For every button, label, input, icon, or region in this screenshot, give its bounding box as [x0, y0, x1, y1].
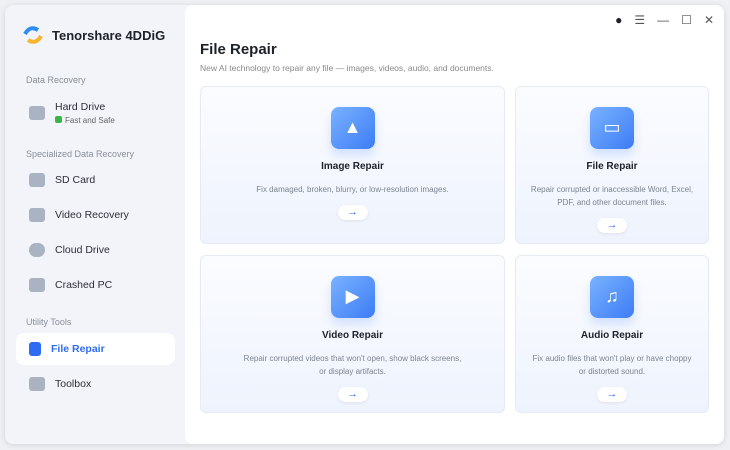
close-icon[interactable]: ✕	[704, 13, 714, 27]
sidebar-item-toolbox[interactable]: Toolbox	[16, 368, 175, 400]
sidebar: Tenorshare 4DDiG Data Recovery Hard Driv…	[5, 5, 185, 444]
app-title: Tenorshare 4DDiG	[52, 27, 166, 43]
folder-icon: ▭	[590, 107, 634, 149]
video-icon	[29, 208, 45, 222]
card-title: Image Repair	[321, 161, 384, 172]
card-desc: Repair corrupted or inaccessible Word, E…	[530, 185, 694, 207]
maximize-icon[interactable]: ☐	[681, 13, 692, 27]
image-icon: ▲	[330, 107, 375, 149]
page-title: File Repair	[200, 41, 277, 58]
hard-drive-badge: Fast and Safe	[65, 116, 115, 125]
sidebar-item-label: SD Card	[55, 174, 96, 186]
arrow-button[interactable]: →	[597, 218, 627, 233]
section-specialized: Specialized Data Recovery	[26, 149, 135, 159]
app-logo: Tenorshare 4DDiG	[22, 25, 165, 45]
logo-icon	[23, 26, 43, 44]
card-desc: Repair corrupted videos that won't open,…	[243, 354, 462, 376]
sidebar-item-file-repair[interactable]: File Repair	[16, 333, 175, 365]
menu-icon[interactable]: ☰	[634, 13, 645, 27]
page-subtitle: New AI technology to repair any file — i…	[200, 63, 494, 73]
hard-drive-icon	[29, 106, 45, 120]
card-desc: Fix audio files that won't play or have …	[532, 354, 692, 376]
sidebar-item-label: Video Recovery	[55, 209, 129, 221]
card-image-repair[interactable]: ▲ Image Repair Fix damaged, broken, blur…	[200, 86, 505, 244]
arrow-button[interactable]: →	[337, 205, 368, 220]
section-data-recovery: Data Recovery	[26, 75, 86, 85]
arrow-button[interactable]: →	[337, 387, 368, 402]
card-file-repair[interactable]: ▭ File Repair Repair corrupted or inacce…	[515, 86, 709, 244]
sd-card-icon	[29, 173, 45, 187]
section-utility: Utility Tools	[26, 317, 72, 327]
card-title: Audio Repair	[580, 330, 644, 341]
card-audio-repair[interactable]: ♫ Audio Repair Fix audio files that won'…	[515, 255, 709, 413]
video-clapper-icon: ▶	[330, 276, 375, 318]
sidebar-item-sd-card[interactable]: SD Card	[16, 164, 175, 196]
sidebar-item-label: Toolbox	[55, 378, 92, 390]
sidebar-item-cloud-drive[interactable]: Cloud Drive	[16, 234, 175, 266]
sidebar-item-video-recovery[interactable]: Video Recovery	[16, 199, 175, 231]
sidebar-item-hard-drive[interactable]: Hard Drive Fast and Safe	[16, 95, 175, 131]
file-repair-icon	[29, 342, 41, 356]
toolbox-icon	[29, 377, 45, 391]
assistant-icon[interactable]: ●	[615, 13, 622, 27]
card-video-repair[interactable]: ▶ Video Repair Repair corrupted videos t…	[200, 255, 505, 413]
arrow-button[interactable]: →	[597, 387, 627, 402]
card-title: File Repair	[586, 161, 638, 172]
app-window: Tenorshare 4DDiG Data Recovery Hard Driv…	[5, 5, 724, 444]
main-panel: ● ☰ — ☐ ✕ File Repair New AI technology …	[185, 5, 724, 444]
music-note-icon: ♫	[590, 276, 634, 318]
minimize-icon[interactable]: —	[657, 13, 669, 27]
sidebar-item-label: Cloud Drive	[55, 244, 110, 256]
window-controls: ● ☰ — ☐ ✕	[615, 13, 714, 27]
hard-drive-label: Hard Drive	[55, 101, 106, 113]
sidebar-item-label: Crashed PC	[55, 279, 113, 291]
card-desc: Fix damaged, broken, blurry, or low-reso…	[256, 185, 449, 194]
card-title: Video Repair	[322, 330, 383, 341]
cloud-icon	[29, 243, 45, 257]
shield-check-icon	[55, 116, 62, 123]
sidebar-item-crashed-pc[interactable]: Crashed PC	[16, 269, 175, 301]
sidebar-item-label: File Repair	[51, 343, 105, 355]
crashed-pc-icon	[29, 278, 45, 292]
